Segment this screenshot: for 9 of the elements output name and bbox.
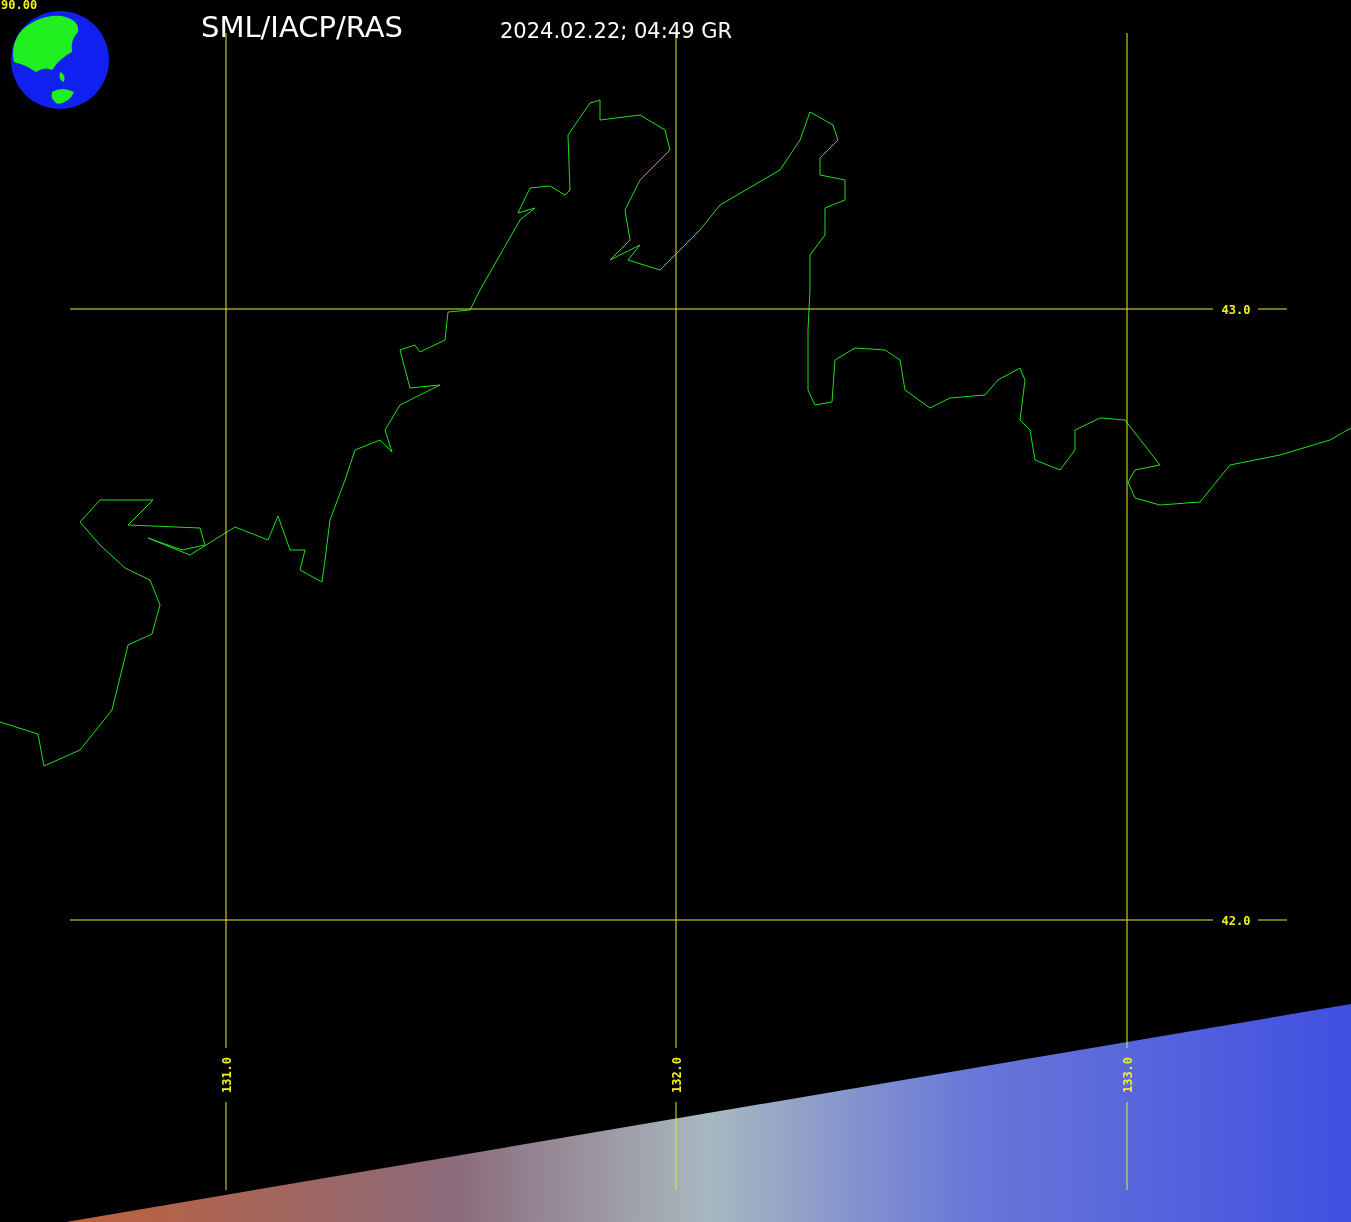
latitude-label: 43.0 — [1221, 303, 1251, 317]
longitude-label: 131.0 — [220, 1056, 234, 1094]
latitude-label: 42.0 — [1221, 914, 1251, 928]
globe-label: 90.00 — [1, 0, 38, 12]
timestamp: 2024.02.22; 04:49 GR — [500, 19, 733, 43]
longitude-label: 132.0 — [670, 1056, 684, 1094]
title: SML/IACP/RAS — [201, 10, 403, 44]
longitude-label: 133.0 — [1121, 1056, 1135, 1094]
globe-icon — [11, 11, 109, 109]
